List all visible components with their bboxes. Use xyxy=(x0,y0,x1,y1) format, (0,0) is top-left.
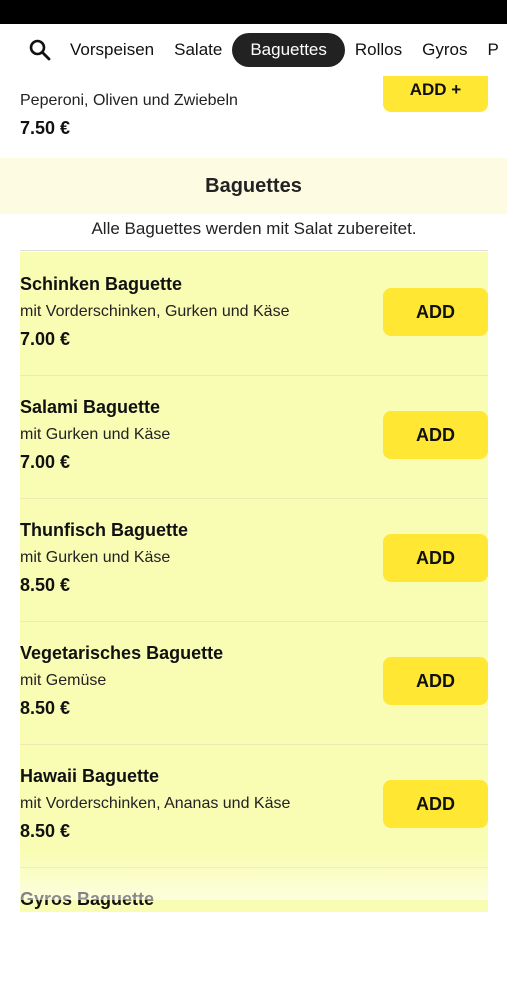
add-button[interactable]: ADD xyxy=(383,657,488,705)
menu-item[interactable]: Thunfisch Baguette mit Gurken und Käse 8… xyxy=(20,498,488,622)
add-button[interactable]: ADD xyxy=(383,411,488,459)
menu-item[interactable]: Salami Baguette mit Gurken und Käse 7.00… xyxy=(20,375,488,499)
item-price: 8.50 € xyxy=(20,821,71,841)
nav-tabs: Vorspeisen Salate Baguettes Rollos Gyros… xyxy=(60,32,507,68)
tab-gyros[interactable]: Gyros xyxy=(412,33,477,67)
tab-vorspeisen[interactable]: Vorspeisen xyxy=(60,33,164,67)
search-icon[interactable] xyxy=(28,38,52,62)
section-title: Baguettes xyxy=(0,158,507,214)
item-description: mit Gurken und Käse xyxy=(20,426,171,443)
item-price: 8.50 € xyxy=(20,575,71,595)
item-price: 8.50 € xyxy=(20,698,71,718)
tab-salate[interactable]: Salate xyxy=(164,33,232,67)
item-price: 7.50 € xyxy=(20,118,71,138)
item-description: mit Gurken und Käse xyxy=(20,549,171,566)
item-description: mit Vorderschinken, Gurken und Käse xyxy=(20,303,290,320)
status-bar xyxy=(0,0,507,24)
item-price: 7.00 € xyxy=(20,329,71,349)
add-with-options-button[interactable]: ADD + xyxy=(383,76,488,112)
menu-item[interactable]: Vegetarisches Baguette mit Gemüse 8.50 €… xyxy=(20,621,488,745)
section-note: Alle Baguettes werden mit Salat zubereit… xyxy=(20,214,488,251)
previous-menu-item: Peperoni, Oliven und Zwiebeln 7.50 € ADD… xyxy=(0,76,507,158)
item-name: Schinken Baguette xyxy=(20,274,183,294)
menu-item-list: Schinken Baguette mit Vorderschinken, Gu… xyxy=(20,252,488,912)
tab-partial[interactable]: P xyxy=(477,33,507,67)
item-description: mit Vorderschinken, Ananas und Käse xyxy=(20,795,291,812)
add-button[interactable]: ADD xyxy=(383,288,488,336)
tab-rollos[interactable]: Rollos xyxy=(345,33,412,67)
item-description: Peperoni, Oliven und Zwiebeln xyxy=(20,92,238,109)
item-name: Salami Baguette xyxy=(20,397,161,417)
item-description: mit Gemüse xyxy=(20,672,107,689)
menu-item[interactable]: Hawaii Baguette mit Vorderschinken, Anan… xyxy=(20,744,488,868)
add-button[interactable]: ADD xyxy=(383,780,488,828)
category-nav: Vorspeisen Salate Baguettes Rollos Gyros… xyxy=(0,24,507,77)
menu-item[interactable]: Gyros Baguette xyxy=(20,867,488,990)
item-name: Thunfisch Baguette xyxy=(20,520,189,540)
menu-item[interactable]: Schinken Baguette mit Vorderschinken, Gu… xyxy=(20,252,488,376)
item-price: 7.00 € xyxy=(20,452,71,472)
item-name: Vegetarisches Baguette xyxy=(20,643,224,663)
tab-baguettes[interactable]: Baguettes xyxy=(232,33,345,67)
item-name: Hawaii Baguette xyxy=(20,766,160,786)
add-button[interactable]: ADD xyxy=(383,534,488,582)
